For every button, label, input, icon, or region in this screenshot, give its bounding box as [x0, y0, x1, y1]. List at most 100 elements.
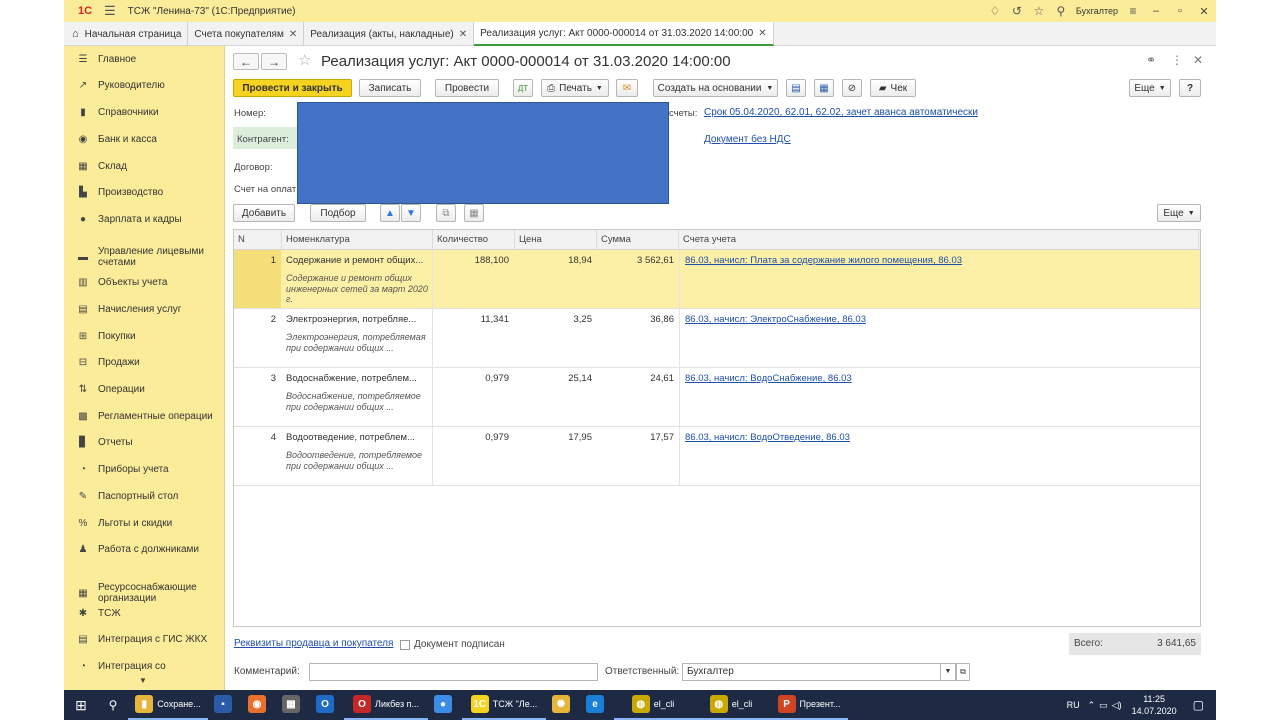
copy-icon[interactable]: ⧉: [436, 204, 456, 222]
accounts-settings-link[interactable]: Срок 05.04.2020, 62.01, 62.02, зачет ава…: [704, 107, 978, 118]
taskbar-app[interactable]: ✺: [546, 690, 580, 720]
col-item[interactable]: Номенклатура: [282, 230, 433, 250]
move-down-icon[interactable]: ▼: [401, 204, 421, 222]
taskbar-app[interactable]: ◉: [242, 690, 276, 720]
chevron-down-icon[interactable]: ▼: [940, 663, 956, 681]
tab-sales-list[interactable]: Реализация (акты, накладные) ✕: [304, 22, 475, 46]
network-icon[interactable]: ▭: [1099, 700, 1108, 711]
minimize-icon[interactable]: –: [1144, 0, 1168, 22]
sidebar-item[interactable]: ◔ Приборы учета: [64, 464, 224, 475]
table-more-button[interactable]: Еще ▼: [1157, 204, 1201, 222]
taskbar-app[interactable]: e: [580, 690, 614, 720]
table-row[interactable]: 2 Электроэнергия, потребляе... Электроэнер…: [234, 309, 1200, 368]
requisites-link[interactable]: Реквизиты продавца и покупателя: [234, 638, 393, 649]
taskbar-app[interactable]: ●: [428, 690, 462, 720]
sidebar-item[interactable]: ♟ Работа с должниками: [64, 544, 224, 555]
sidebar-item[interactable]: ▦ Ресурсоснабжающие организации: [64, 582, 224, 604]
vat-link[interactable]: Документ без НДС: [704, 134, 791, 145]
notifications-icon[interactable]: ▢: [1193, 698, 1204, 712]
taskbar-app[interactable]: ▪: [208, 690, 242, 720]
post-and-close-button[interactable]: Провести и закрыть: [233, 79, 352, 97]
bell-icon[interactable]: ♢: [984, 0, 1006, 22]
sidebar-item[interactable]: ☰ Главное: [64, 54, 224, 65]
more-button[interactable]: Еще ▼: [1129, 79, 1171, 97]
close-icon[interactable]: ✕: [459, 29, 467, 40]
taskbar-app[interactable]: O: [310, 690, 344, 720]
clock-time[interactable]: 11:25: [1143, 693, 1165, 705]
row-account-link[interactable]: 86.03, начисл: ВодоСнабжение, 86.03: [685, 373, 852, 384]
sidebar-item[interactable]: ▤ Начисления услуг: [64, 304, 224, 315]
select-button[interactable]: Подбор: [310, 204, 366, 222]
sidebar-item[interactable]: ◉ Банк и касса: [64, 134, 224, 145]
close-icon[interactable]: ✕: [758, 28, 766, 39]
taskbar-app[interactable]: P Презент...: [770, 690, 848, 720]
forward-button[interactable]: →: [261, 53, 287, 70]
sidebar-item[interactable]: ▦ Склад: [64, 161, 224, 172]
sidebar-item[interactable]: ◔ Интеграция со: [64, 661, 224, 672]
receipt-button[interactable]: ▰ Чек: [870, 79, 916, 97]
save-button[interactable]: Записать: [359, 79, 421, 97]
col-qty[interactable]: Количество: [433, 230, 515, 250]
sidebar-item[interactable]: ● Зарплата и кадры: [64, 214, 224, 225]
sidebar-item[interactable]: ▬ Управление лицевыми счетами: [64, 246, 224, 268]
row-account-link[interactable]: 86.03, начисл: Плата за содержание жилог…: [685, 255, 962, 266]
history-icon[interactable]: ↺: [1006, 0, 1028, 22]
volume-icon[interactable]: ◁): [1112, 700, 1122, 711]
row-account-link[interactable]: 86.03, начисл: ВодоОтведение, 86.03: [685, 432, 850, 443]
language-indicator[interactable]: RU: [1067, 700, 1080, 710]
close-form-icon[interactable]: ✕: [1193, 53, 1203, 67]
document-icon[interactable]: ▤: [786, 79, 806, 97]
table-row[interactable]: 4 Водоотведение, потреблем... Водоотведени…: [234, 427, 1200, 486]
sidebar-item[interactable]: ✎ Паспортный стол: [64, 491, 224, 502]
col-accounts[interactable]: Счета учета: [679, 230, 1199, 250]
signed-checkbox[interactable]: [400, 640, 410, 650]
more-vert-icon[interactable]: ⋮: [1171, 53, 1183, 67]
tab-home[interactable]: ⌂ Начальная страница: [64, 22, 189, 46]
sidebar-item[interactable]: ▩ Регламентные операции: [64, 411, 224, 422]
open-link-icon[interactable]: ⧉: [956, 663, 970, 681]
main-menu-icon[interactable]: ☰: [104, 3, 116, 19]
col-price[interactable]: Цена: [515, 230, 597, 250]
current-user[interactable]: Бухгалтер: [1076, 6, 1118, 16]
add-row-button[interactable]: Добавить: [233, 204, 295, 222]
print-button[interactable]: ⎙ Печать ▼: [541, 79, 609, 97]
col-n[interactable]: N: [234, 230, 282, 250]
sidebar-item[interactable]: ⊟ Продажи: [64, 357, 224, 368]
taskbar-app[interactable]: O Ликбез п...: [344, 690, 428, 720]
search-icon[interactable]: ⚲: [98, 690, 128, 720]
tray-up-icon[interactable]: ⌃: [1088, 700, 1096, 711]
sidebar-item[interactable]: ⇅ Операции: [64, 384, 224, 395]
table-icon[interactable]: ▦: [464, 204, 484, 222]
responsible-input[interactable]: Бухгалтер: [682, 663, 954, 681]
taskbar-app[interactable]: ▮ Сохране...: [128, 690, 208, 720]
back-button[interactable]: ←: [233, 53, 259, 70]
structure-icon[interactable]: ▦: [814, 79, 834, 97]
comment-input[interactable]: [309, 663, 598, 681]
table-row[interactable]: 1 Содержание и ремонт общих... Содержание …: [234, 250, 1200, 309]
taskbar-app[interactable]: ◍ el_cli: [614, 690, 692, 720]
scroll-down-icon[interactable]: ▼: [139, 676, 147, 685]
sidebar-item[interactable]: ⊞ Покупки: [64, 331, 224, 342]
maximize-icon[interactable]: ▫: [1168, 0, 1192, 22]
sidebar-item[interactable]: ▥ Объекты учета: [64, 277, 224, 288]
sidebar-item[interactable]: ▙ Производство: [64, 187, 224, 198]
table-row[interactable]: 3 Водоснабжение, потреблем... Водоснабжени…: [234, 368, 1200, 427]
taskbar-app[interactable]: 1С ТСЖ "Ле...: [462, 690, 546, 720]
email-icon[interactable]: ✉: [616, 79, 638, 97]
close-icon[interactable]: ✕: [289, 29, 297, 40]
sidebar-item[interactable]: ✱ ТСЖ: [64, 608, 224, 619]
settings-icon[interactable]: ≡: [1122, 0, 1144, 22]
windows-start-icon[interactable]: ⊞: [64, 690, 98, 720]
row-account-link[interactable]: 86.03, начисл: ЭлектроСнабжение, 86.03: [685, 314, 866, 325]
sidebar-item[interactable]: ↗ Руководителю: [64, 80, 224, 91]
sidebar-item[interactable]: ▤ Интеграция с ГИС ЖКХ: [64, 634, 224, 645]
col-sum[interactable]: Сумма: [597, 230, 679, 250]
search-icon[interactable]: ⚲: [1050, 0, 1072, 22]
taskbar-app[interactable]: ▦: [276, 690, 310, 720]
move-up-icon[interactable]: ▲: [380, 204, 400, 222]
post-button[interactable]: Провести: [435, 79, 499, 97]
help-button[interactable]: ?: [1179, 79, 1201, 97]
tab-sales-document[interactable]: Реализация услуг: Акт 0000-000014 от 31.…: [474, 22, 774, 46]
attachment-icon[interactable]: ⊘: [842, 79, 862, 97]
sidebar-item[interactable]: % Льготы и скидки: [64, 518, 224, 529]
